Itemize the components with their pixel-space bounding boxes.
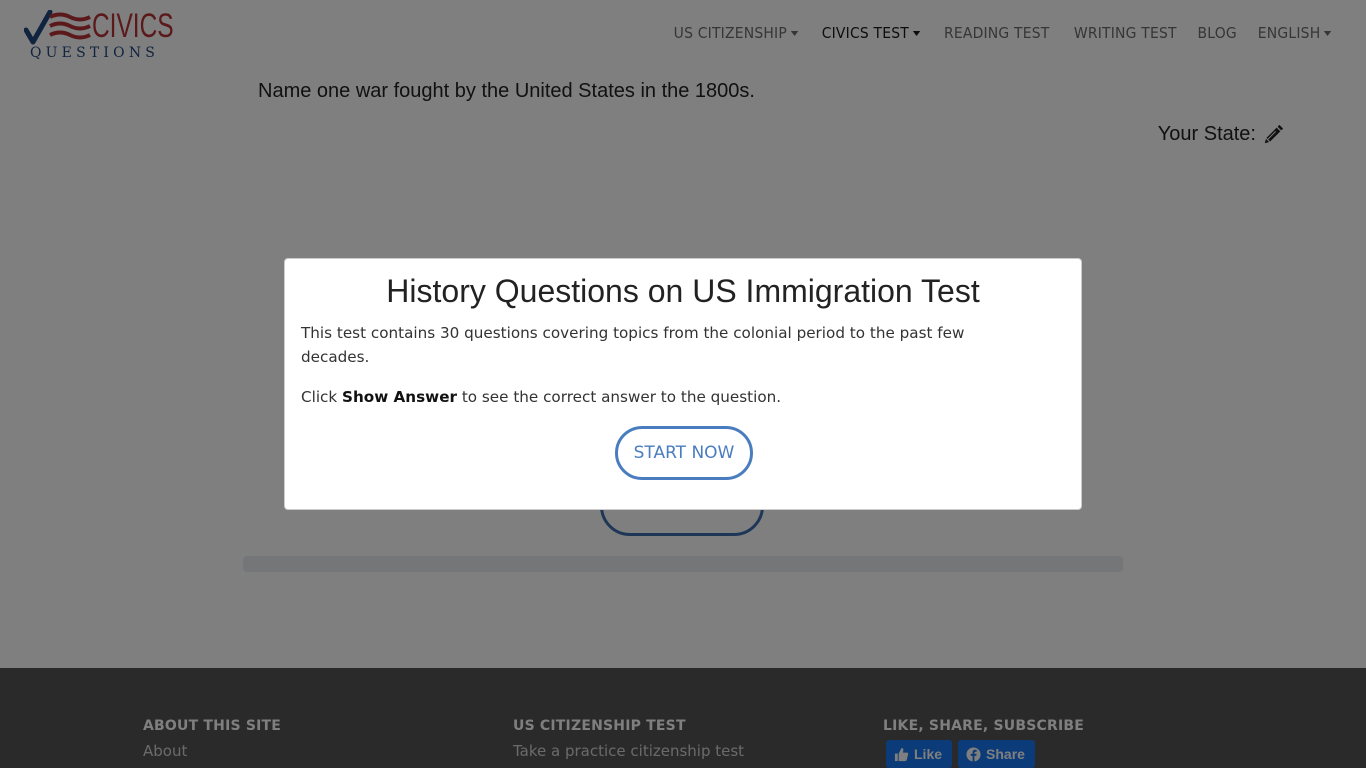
instructions-suffix: to see the correct answer to the questio…	[456, 388, 782, 406]
intro-modal: History Questions on US Immigration Test…	[284, 258, 1082, 510]
start-now-button[interactable]: START NOW	[615, 426, 753, 480]
modal-instructions: Click Show Answer to see the correct ans…	[301, 385, 1007, 409]
instructions-bold: Show Answer	[342, 388, 457, 406]
modal-description: This test contains 30 questions covering…	[301, 324, 965, 366]
instructions-prefix: Click	[301, 388, 343, 406]
modal-title: History Questions on US Immigration Test	[386, 273, 980, 309]
